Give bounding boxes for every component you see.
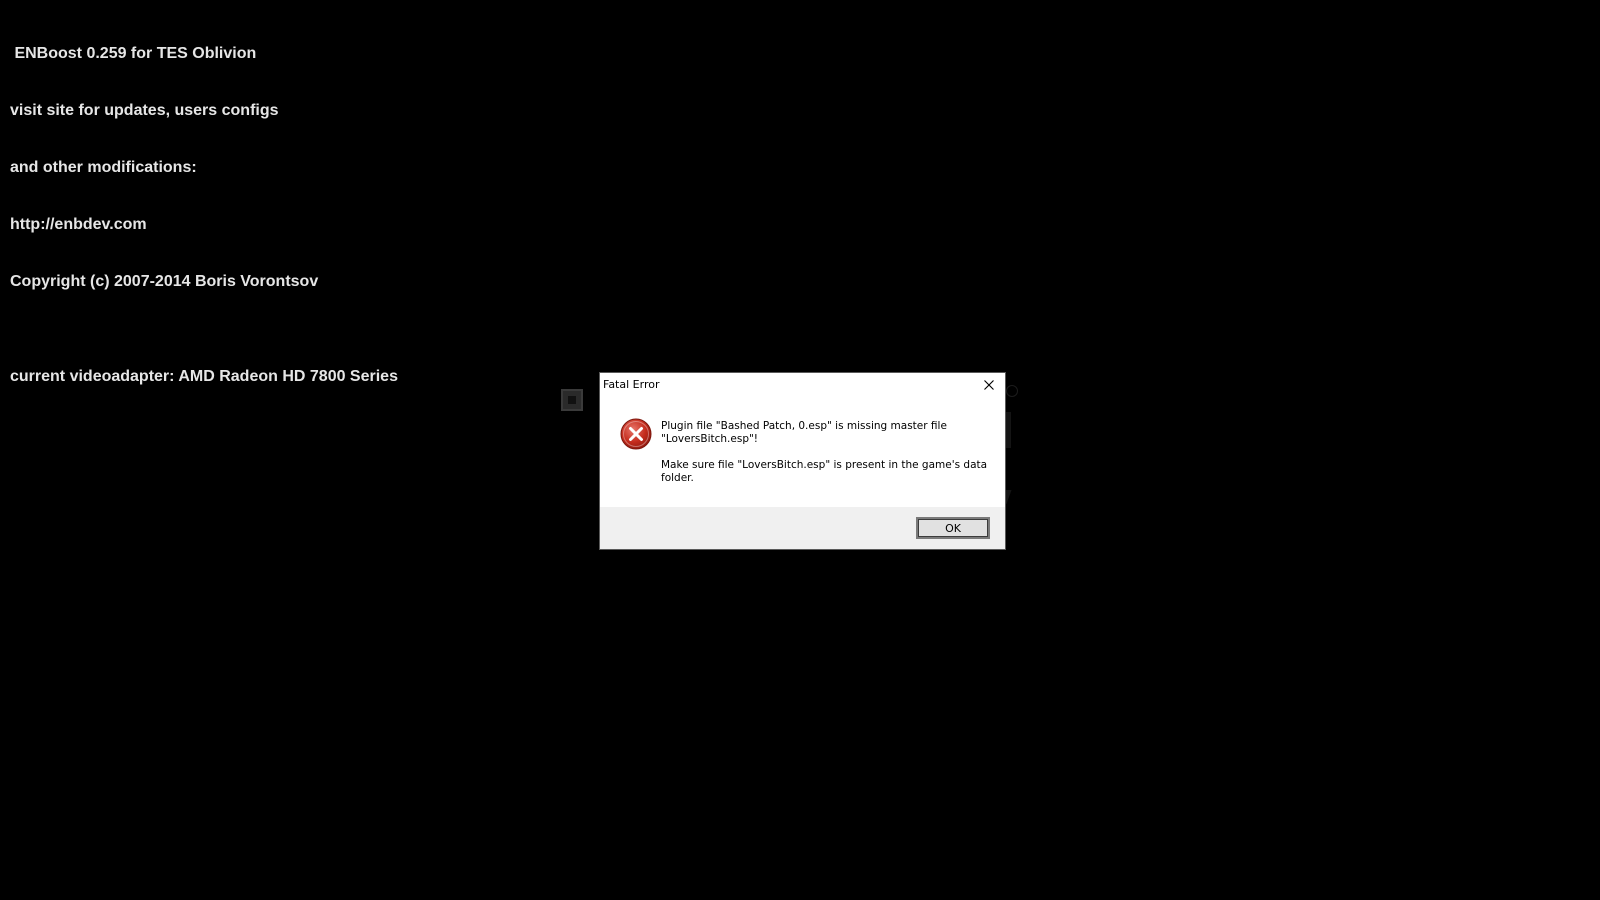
close-icon (984, 380, 994, 390)
dialog-title: Fatal Error (603, 378, 660, 391)
error-message-missing-master: Plugin file "Bashed Patch, 0.esp" is mis… (661, 420, 947, 445)
dialog-footer: OK (600, 507, 1005, 549)
overlay-line-url: http://enbdev.com (10, 216, 147, 233)
background-game-glyph (561, 389, 583, 411)
overlay-line-version: ENBoost 0.259 for TES Oblivion (10, 45, 257, 62)
close-button[interactable] (973, 373, 1005, 397)
fatal-error-dialog: Fatal Error Plugin file "Bashed Patch, 0… (599, 372, 1006, 550)
enboost-overlay: ENBoost 0.259 for TES Oblivion visit sit… (10, 6, 398, 405)
dialog-titlebar[interactable]: Fatal Error (600, 373, 1005, 397)
overlay-line-visit: visit site for updates, users configs (10, 102, 279, 119)
error-icon (620, 418, 652, 450)
error-message: Plugin file "Bashed Patch, 0.esp" is mis… (661, 420, 991, 498)
ok-button[interactable]: OK (916, 517, 990, 539)
background-game-mark (1006, 385, 1018, 397)
dialog-content: Plugin file "Bashed Patch, 0.esp" is mis… (600, 397, 1005, 507)
overlay-line-modifications: and other modifications: (10, 159, 197, 176)
overlay-line-copyright: Copyright (c) 2007-2014 Boris Vorontsov (10, 273, 319, 290)
overlay-line-videoadapter: current videoadapter: AMD Radeon HD 7800… (10, 368, 398, 385)
error-message-hint: Make sure file "LoversBitch.esp" is pres… (661, 459, 988, 484)
